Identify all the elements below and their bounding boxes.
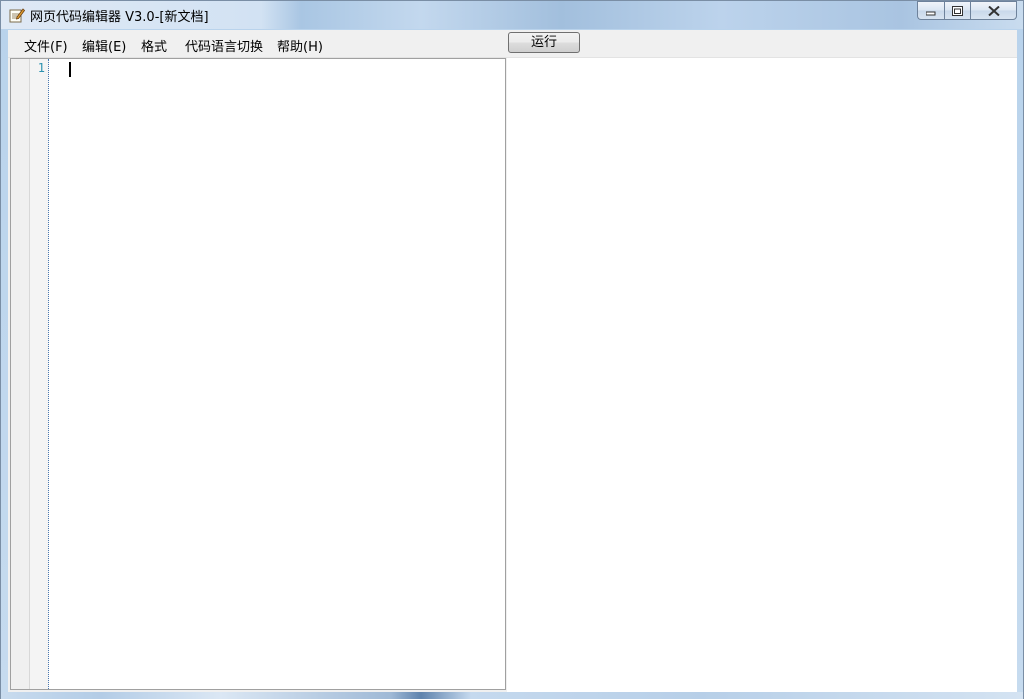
fold-margin[interactable] <box>11 59 30 689</box>
run-button[interactable]: 运行 <box>508 32 580 53</box>
preview-pane[interactable] <box>507 58 1017 692</box>
code-editor[interactable]: 1 <box>10 58 506 690</box>
minimize-icon <box>925 1 936 20</box>
text-caret <box>69 62 71 77</box>
menu-language-switch[interactable]: 代码语言切换 <box>183 35 265 56</box>
menu-edit[interactable]: 编辑(E) <box>80 35 128 56</box>
minimize-button[interactable] <box>917 1 944 20</box>
menu-file[interactable]: 文件(F) <box>22 35 70 56</box>
maximize-button[interactable] <box>944 1 970 20</box>
restore-icon <box>952 1 963 20</box>
notepad-pencil-icon <box>9 7 26 23</box>
close-icon <box>987 1 1000 20</box>
menu-help[interactable]: 帮助(H) <box>275 35 325 56</box>
app-window: 网页代码编辑器 V3.0-[新文档] 文件(F) 编辑(E) 格式 代码语言切换… <box>0 0 1024 699</box>
window-bottom-border <box>1 692 1023 699</box>
client-area: 文件(F) 编辑(E) 格式 代码语言切换 帮助(H) 运行 1 <box>8 30 1017 692</box>
line-number: 1 <box>37 61 45 75</box>
caption-buttons <box>917 1 1017 21</box>
close-button[interactable] <box>970 1 1017 20</box>
line-number-gutter: 1 <box>30 59 49 689</box>
title-bar[interactable]: 网页代码编辑器 V3.0-[新文档] <box>1 1 1023 29</box>
menu-format[interactable]: 格式 <box>139 35 169 56</box>
window-title: 网页代码编辑器 V3.0-[新文档] <box>30 10 209 25</box>
menu-bar: 文件(F) 编辑(E) 格式 代码语言切换 帮助(H) 运行 <box>8 30 1017 58</box>
